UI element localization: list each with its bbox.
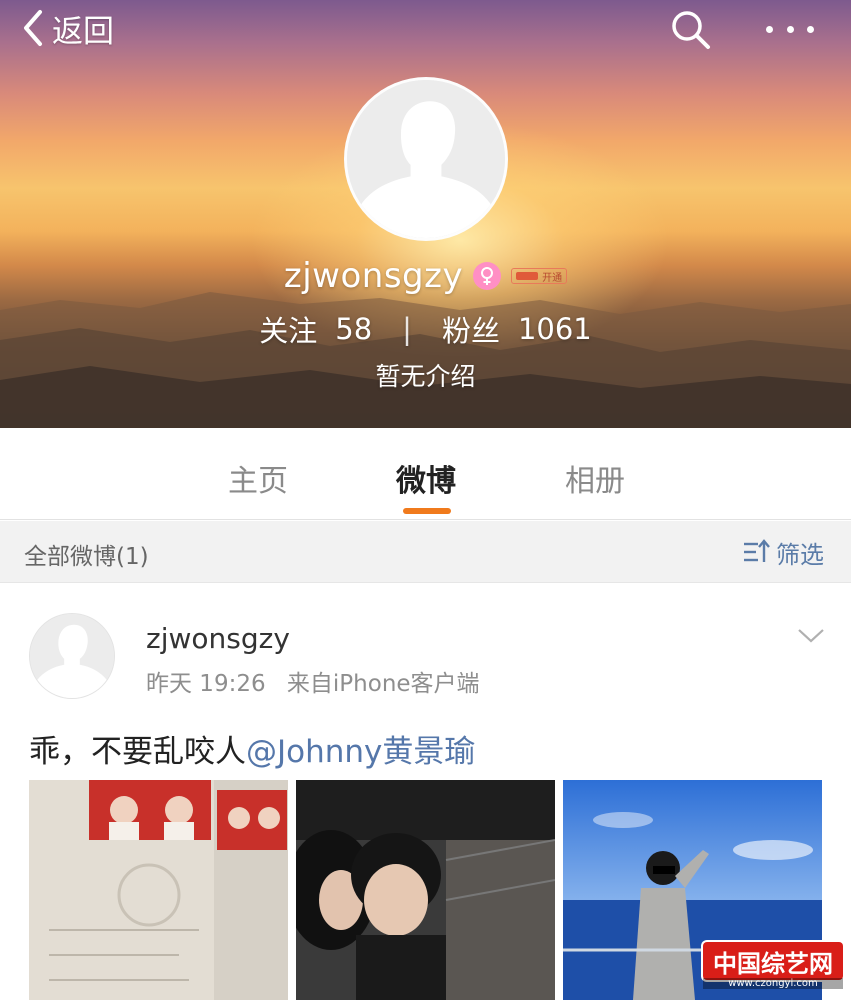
top-bar: 返回 xyxy=(0,0,851,60)
profile-name: zjwonsgzy xyxy=(283,256,464,296)
search-button[interactable] xyxy=(668,7,714,53)
chevron-down-icon[interactable] xyxy=(796,624,826,646)
site-watermark: 中国综艺网 www.czongyi.com xyxy=(703,934,843,994)
search-icon xyxy=(672,11,710,49)
post-meta: 昨天 19:26 来自iPhone客户端 xyxy=(146,664,480,698)
chevron-left-icon xyxy=(24,10,42,46)
post-author-name[interactable]: zjwonsgzy xyxy=(146,622,290,655)
profile-intro: 暂无介绍 xyxy=(375,362,476,391)
more-icon-dot xyxy=(786,25,794,33)
stats-divider: | xyxy=(402,312,412,346)
filter-button[interactable]: 筛选 xyxy=(742,535,824,569)
profile-cover: 返回 zjwonsgzy 开通 关注 58 | 粉丝 1061 暂无介绍 xyxy=(0,0,851,428)
fans-count: 1061 xyxy=(517,312,592,346)
fans-label: 粉丝 xyxy=(441,314,500,348)
filter-bar: 全部微博(1) 筛选 xyxy=(0,521,851,583)
follow-label: 关注 xyxy=(259,314,318,348)
post-author-avatar[interactable] xyxy=(29,613,115,699)
follow-stat[interactable]: 关注 58 xyxy=(259,308,372,350)
post-count-label: 全部微博(1) xyxy=(24,544,149,570)
profile-avatar[interactable] xyxy=(344,77,508,241)
filter-label: 筛选 xyxy=(776,540,824,569)
tab-album[interactable]: 相册 xyxy=(565,456,625,500)
filter-icon xyxy=(744,539,770,562)
default-avatar-icon xyxy=(30,614,114,698)
vip-badge[interactable]: 开通 xyxy=(511,268,568,284)
vip-crown-icon xyxy=(516,272,539,280)
profile-tabs: 主页 微博 相册 xyxy=(0,428,851,520)
active-tab-indicator xyxy=(403,508,451,514)
post-text: 乖，不要乱咬人@Johnny黄景瑜 xyxy=(29,726,475,771)
default-avatar-icon xyxy=(347,80,505,238)
watermark-url: www.czongyi.com xyxy=(703,978,843,989)
post-time: 昨天 19:26 xyxy=(146,671,266,697)
post-mention-link[interactable]: @Johnny黄景瑜 xyxy=(246,734,475,770)
post-photo-1[interactable] xyxy=(29,780,288,1000)
watermark-logo-text: 中国综艺网 xyxy=(703,942,843,980)
vip-badge-label: 开通 xyxy=(542,272,563,284)
more-button[interactable] xyxy=(760,14,820,44)
follow-count: 58 xyxy=(335,312,373,346)
female-icon xyxy=(473,262,502,290)
profile-stats: 关注 58 | 粉丝 1061 xyxy=(0,306,851,352)
photo-document-image xyxy=(29,780,288,1000)
profile-name-row: zjwonsgzy 开通 xyxy=(0,252,851,300)
more-icon-dot xyxy=(807,25,814,33)
more-icon-dot xyxy=(766,25,773,33)
fans-stat[interactable]: 粉丝 1061 xyxy=(442,308,592,350)
tab-weibo[interactable]: 微博 xyxy=(396,456,456,500)
back-label: 返回 xyxy=(52,13,114,50)
photo-couple-image xyxy=(296,780,555,1000)
post-source: 来自iPhone客户端 xyxy=(286,671,480,697)
tab-home[interactable]: 主页 xyxy=(228,456,288,500)
post-photo-2[interactable] xyxy=(296,780,555,1000)
post-body: 乖，不要乱咬人 xyxy=(29,734,246,770)
back-button[interactable]: 返回 xyxy=(20,8,114,50)
